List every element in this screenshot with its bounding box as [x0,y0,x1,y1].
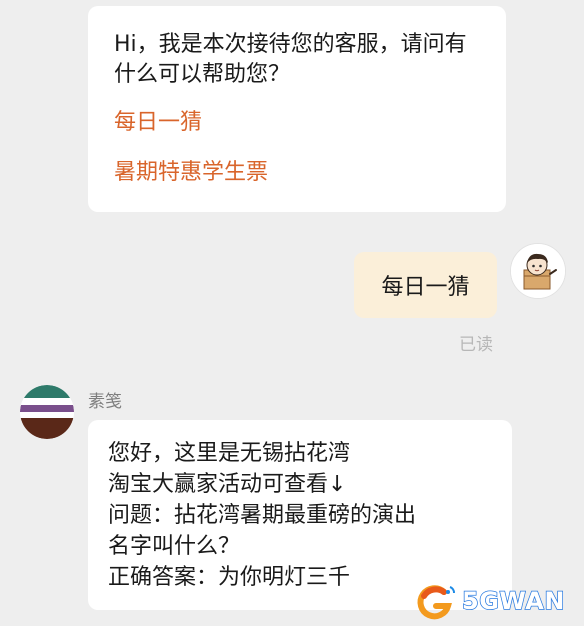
watermark: 5GWAN [414,582,582,624]
user-message-text: 每日一猜 [381,275,470,300]
chat-window: Hi，我是本次接待您的客服，请问有什么可以帮助您？ 每日一猜 暑期特惠学生票 每… [0,0,584,626]
quick-link-summer-student-ticket[interactable]: 暑期特惠学生票 [114,158,268,188]
agent-reply-line: 淘宝大赢家活动可查看↓ [108,472,347,497]
agent-reply-line: 您好，这里是无锡拈花湾 [108,441,351,466]
agent-name: 素笺 [88,392,122,412]
user-message-bubble: 每日一猜 [354,252,497,318]
watermark-text: 5GWAN [461,586,565,616]
agent-reply-line: 名字叫什么？ [108,534,241,559]
quick-link-daily-guess[interactable]: 每日一猜 [114,108,202,138]
agent-reply-line: 问题：拈花湾暑期最重磅的演出 [108,503,417,528]
agent-reply-lines: 您好，这里是无锡拈花湾 淘宝大赢家活动可查看↓ 问题：拈花湾暑期最重磅的演出 名… [108,438,498,593]
cartoon-character-avatar-icon [511,244,565,298]
agent-greeting-text: Hi，我是本次接待您的客服，请问有什么可以帮助您？ [114,32,467,87]
read-status: 已读 [459,335,493,355]
agent-avatar[interactable] [20,385,74,439]
user-avatar[interactable] [510,243,566,299]
striped-circle-avatar-icon [20,385,74,439]
g-swirl-logo-icon [417,585,455,620]
agent-greeting-bubble: Hi，我是本次接待您的客服，请问有什么可以帮助您？ 每日一猜 暑期特惠学生票 [88,6,506,212]
